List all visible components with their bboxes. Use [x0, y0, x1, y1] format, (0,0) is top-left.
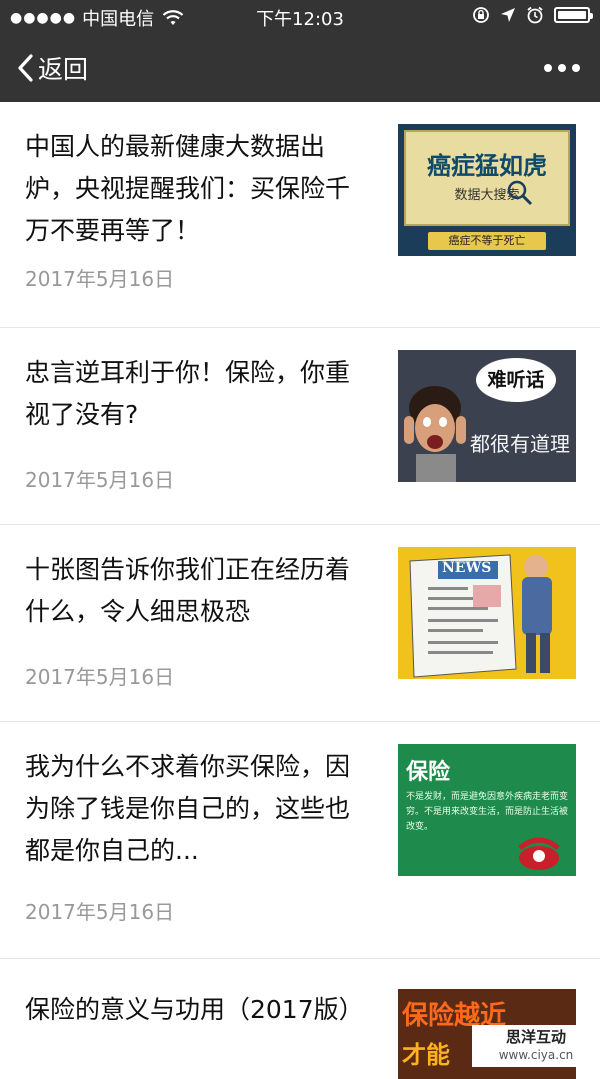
thumb-headline: 都很有道理: [470, 432, 570, 456]
thumb-headline: 癌症猛如虎: [427, 151, 547, 180]
watermark-url: www.ciya.cn: [498, 1048, 574, 1062]
thumb-banner: 癌症不等于死亡: [428, 232, 546, 250]
article-date: 2017年5月16日: [25, 468, 175, 492]
article-title: 我为什么不求着你买保险，因为除了钱是你自己的，这些也都是你自己的...: [25, 752, 351, 865]
article-title: 十张图告诉你我们正在经历着什么，令人细思极恐: [25, 555, 351, 626]
article-title: 忠言逆耳利于你！保险，你重视了没有?: [25, 358, 351, 429]
nav-bar: 返回: [0, 34, 600, 102]
watermark-name: 思洋互动: [505, 1028, 566, 1046]
article-date: 2017年5月16日: [25, 665, 175, 689]
article-thumbnail: 癌症猛如虎 数据大搜索 癌症不等于死亡: [398, 124, 576, 256]
article-item[interactable]: 我为什么不求着你买保险，因为除了钱是你自己的，这些也都是你自己的... 2017…: [0, 722, 600, 959]
article-thumbnail: 难听话 都很有道理: [398, 350, 576, 482]
thumb-subtitle: 数据大搜索: [454, 188, 520, 203]
article-item[interactable]: 忠言逆耳利于你！保险，你重视了没有? 2017年5月16日 难听话 都很有道理: [0, 328, 600, 525]
more-dot-icon: [558, 64, 566, 72]
article-date: 2017年5月16日: [25, 900, 175, 924]
article-item[interactable]: 十张图告诉你我们正在经历着什么，令人细思极恐 2017年5月16日 NEWS: [0, 525, 600, 722]
speech-bubble: 难听话: [476, 358, 556, 402]
more-dot-icon: [544, 64, 552, 72]
article-title: 中国人的最新健康大数据出炉，央视提醒我们：买保险千万不要再等了！: [25, 132, 351, 245]
phone-illustration: [518, 837, 560, 870]
alarm-icon: [527, 6, 543, 24]
article-thumbnail: NEWS: [398, 547, 576, 679]
screaming-child-illustration: [404, 386, 466, 482]
location-icon: [501, 8, 515, 22]
status-bar: ●●●●● 中国电信 下午12:03: [0, 0, 600, 34]
chevron-left-icon: [18, 54, 33, 82]
thumb-headline: NEWS: [442, 560, 492, 576]
article-title: 保险的意义与功用（2017版）: [25, 995, 364, 1024]
magnifier-icon: [507, 180, 533, 206]
back-label: 返回: [38, 55, 89, 84]
rotation-lock-icon: [473, 7, 489, 23]
more-dot-icon: [572, 64, 580, 72]
article-thumbnail: 保险 不是发财，而是避免因意外疾病走老而变穷。不是用来改变生活，而是防止生活被改…: [398, 744, 576, 876]
thumb-body: 不是发财，而是避免因意外疾病走老而变穷。不是用来改变生活，而是防止生活被改变。: [406, 792, 569, 832]
back-button[interactable]: 返回: [16, 34, 88, 102]
watermark: 思洋互动 www.ciya.cn: [472, 1025, 600, 1067]
battery-icon: [554, 7, 593, 23]
thumb-subtitle: 才能: [402, 1041, 450, 1069]
article-date: 2017年5月16日: [25, 267, 175, 291]
article-item[interactable]: 中国人的最新健康大数据出炉，央视提醒我们：买保险千万不要再等了！ 2017年5月…: [0, 102, 600, 328]
thumb-headline: 保险: [406, 760, 451, 785]
more-options-button[interactable]: [544, 34, 580, 102]
article-list: 中国人的最新健康大数据出炉，央视提醒我们：买保险千万不要再等了！ 2017年5月…: [0, 102, 600, 1079]
